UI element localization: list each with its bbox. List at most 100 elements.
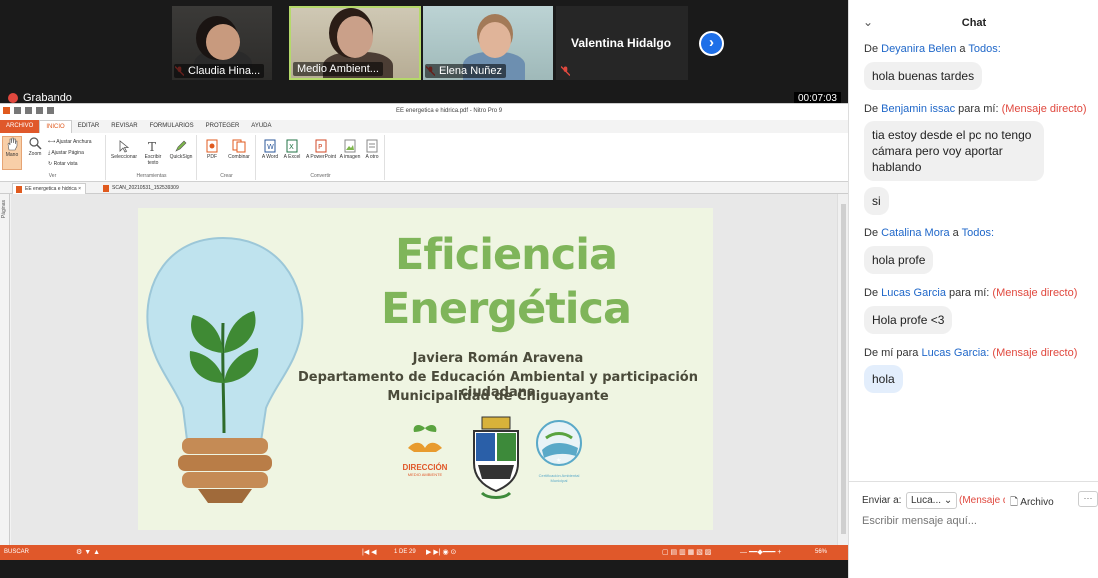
cert-logo-text: Certificación Ambiental Municipal <box>538 473 580 483</box>
quicksign-button[interactable]: QuickSign <box>167 139 195 160</box>
doc-tab-scan[interactable]: SCAN_20210531_152539309 <box>100 183 183 194</box>
hands-plant-logo-icon <box>408 425 442 452</box>
search-options-icon[interactable]: ⚙ ▼ ▲ <box>76 548 100 556</box>
sender-name[interactable]: Deyanira Belen <box>881 43 956 55</box>
participant-tile-4[interactable]: Valentina Hidalgo <box>556 6 688 80</box>
recipient-name[interactable]: Lucas Garcia: <box>921 347 989 359</box>
combine-button[interactable]: Combinar <box>225 139 253 160</box>
send-to-label: Enviar a: <box>862 495 902 506</box>
tab-proteger[interactable]: PROTEGER <box>200 120 246 133</box>
zoom-slider[interactable]: — ━━◆━━━ + <box>740 548 781 556</box>
open-icon[interactable] <box>14 107 21 114</box>
recipient-dropdown[interactable]: Luca... ⌄ <box>906 492 958 509</box>
powerpoint-icon: P <box>315 139 327 153</box>
save-icon[interactable] <box>25 107 32 114</box>
chat-header: ⌄ Chat <box>849 3 1098 39</box>
sender-name[interactable]: Catalina Mora <box>881 227 949 239</box>
app-status-bar: BUSCAR ⚙ ▼ ▲ |◀ ◀ 1 DE 29 ▶ ▶| ◉ ⊙ ▢ ▤ ▥… <box>0 545 848 560</box>
slide-author: Javiera Román Aravena <box>412 351 584 366</box>
pages-panel-label: Páginas <box>1 200 7 219</box>
direct-message-tag: (Mensaje directo) <box>992 287 1078 299</box>
word-icon: W <box>264 139 276 153</box>
to-word-button[interactable]: W A Word <box>260 139 280 160</box>
combine-files-icon <box>232 139 246 153</box>
zoom-button[interactable]: Zoom <box>24 136 46 157</box>
certificacion-ambiental-logo: ★ Certificación Ambiental Municipal <box>534 418 584 483</box>
undo-icon[interactable] <box>47 107 54 114</box>
chat-divider <box>849 481 1098 482</box>
create-pdf-label: PDF <box>207 154 217 160</box>
to-image-label: A imagen <box>339 154 361 160</box>
tab-formularios[interactable]: FORMULARIOS <box>144 120 200 133</box>
participant-tile-1[interactable]: Claudia Hina... <box>172 6 272 80</box>
tab-archivo[interactable]: ARCHIVO <box>0 120 40 133</box>
chat-message-meta: De Catalina Mora a Todos: <box>864 227 994 239</box>
sender-name[interactable]: Lucas Garcia <box>881 287 946 299</box>
pdf-doc-icon <box>103 185 109 192</box>
view-mode-icons[interactable]: ▢ ▤ ▥ ▦ ▧ ▨ <box>662 548 711 556</box>
rotate-view-button[interactable]: ↻ Rotar vista <box>48 161 78 167</box>
fit-width-button[interactable]: ⟷ Ajustar Anchura <box>48 139 92 145</box>
recipient-name[interactable]: Todos: <box>962 227 994 239</box>
vertical-scrollbar[interactable] <box>837 194 848 547</box>
to-other-button[interactable]: A otro <box>362 139 382 160</box>
to-excel-button[interactable]: X A Excel <box>282 139 302 160</box>
participant-tile-3[interactable]: Elena Nuñez <box>423 6 553 80</box>
to-powerpoint-label: A PowerPoint <box>305 154 337 160</box>
first-prev-page-buttons[interactable]: |◀ ◀ <box>362 548 377 556</box>
to-image-button[interactable]: A imagen <box>339 139 361 160</box>
fit-page-button[interactable]: ⤓ Ajustar Página <box>48 150 84 156</box>
sender-name[interactable]: Benjamin issac <box>881 103 955 115</box>
chat-message-bubble-mine: hola <box>864 365 903 393</box>
send-to-row: Enviar a: Luca... ⌄ (Mensaje directo) 🗋 … <box>862 491 1098 509</box>
meta-prefix: De mí para <box>864 347 919 359</box>
tab-ayuda[interactable]: AYUDA <box>245 120 277 133</box>
page-indicator[interactable]: 1 DE 29 <box>394 549 416 555</box>
hand-icon <box>7 137 18 151</box>
next-participants-button[interactable]: › <box>699 31 724 56</box>
more-options-button[interactable]: ··· <box>1078 491 1098 507</box>
type-text-button[interactable]: T Escribir texto <box>141 139 165 166</box>
direct-message-tag: (Mensaje directo) <box>992 347 1078 359</box>
chat-message-bubble: hola buenas tardes <box>864 62 983 90</box>
excel-icon: X <box>286 139 298 153</box>
zoom-meeting-window: Claudia Hina... Medio Ambient... Elena N… <box>0 0 1098 578</box>
chat-message-input[interactable] <box>862 515 1087 527</box>
document-tabs: EE energetica e hidrica × SCAN_20210531_… <box>0 182 848 194</box>
create-pdf-button[interactable]: PDF <box>202 139 222 160</box>
tab-revisar[interactable]: REVISAR <box>105 120 143 133</box>
select-tool-button[interactable]: Seleccionar <box>109 139 139 160</box>
group-label: Convertir <box>310 173 331 179</box>
next-last-page-buttons[interactable]: ▶ ▶| ◉ ⊙ <box>426 548 456 556</box>
participant-name: Valentina Hidalgo <box>571 36 672 50</box>
ribbon: Mano Zoom ⟷ Ajustar Anchura ⤓ Ajustar Pá… <box>0 133 848 182</box>
ribbon-group-crear: PDF Combinar Crear <box>198 135 256 180</box>
record-dot-icon <box>8 93 18 103</box>
zoom-label: Zoom <box>28 151 42 157</box>
quick-access-toolbar[interactable] <box>3 107 54 114</box>
to-powerpoint-button[interactable]: P A PowerPoint <box>304 139 338 160</box>
meta-prefix: De <box>864 227 879 239</box>
tab-editar[interactable]: EDITAR <box>72 120 106 133</box>
chat-message-bubble: tia estoy desde el pc no tengo cámara pe… <box>864 121 1044 181</box>
direccion-logo-text: DIRECCIÓN <box>402 463 448 472</box>
tab-inicio[interactable]: INICIO <box>39 120 72 133</box>
direccion-medio-ambiente-logo: DIRECCIÓN MEDIO AMBIENTE <box>400 418 450 478</box>
group-label: Ver <box>48 173 57 179</box>
chat-message-bubble: Hola profe <3 <box>864 306 953 334</box>
chiguayante-coat-of-arms-icon <box>473 416 519 499</box>
scrollbar-thumb[interactable] <box>841 204 846 534</box>
svg-text:T: T <box>148 140 156 153</box>
doc-tab-ee-energetica[interactable]: EE energetica e hidrica × <box>12 183 87 194</box>
search-field-label[interactable]: BUSCAR <box>4 549 29 555</box>
pen-sign-icon <box>175 140 187 152</box>
file-button[interactable]: 🗋 Archivo <box>1010 495 1054 512</box>
participant-tile-2-active-speaker[interactable]: Medio Ambient... <box>289 6 421 80</box>
print-icon[interactable] <box>36 107 43 114</box>
hand-tool-button[interactable]: Mano <box>2 136 22 170</box>
recipient-name[interactable]: Todos: <box>968 43 1000 55</box>
chat-message-meta: De Benjamin issac para mí: (Mensaje dire… <box>864 103 1087 115</box>
pages-side-panel[interactable]: Páginas <box>0 194 10 547</box>
chat-message-meta: De Lucas Garcia para mí: (Mensaje direct… <box>864 287 1077 299</box>
slide-title-line-2: Energética <box>380 284 632 334</box>
